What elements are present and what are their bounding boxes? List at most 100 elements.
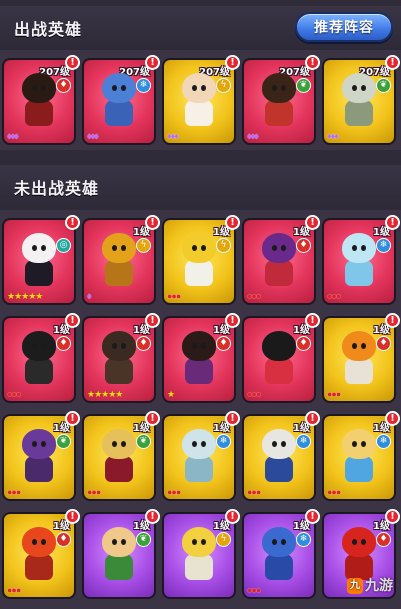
hero-card[interactable]: 1级 ϟ ♦ <box>82 218 156 305</box>
hero-rank: ♦♦♦ <box>87 131 99 141</box>
hero-card[interactable]: 1级 ❄ ●●● <box>162 414 236 501</box>
priestess-hero-icon <box>336 429 382 487</box>
hero-slot: 1级 ♦ ●●●! <box>242 215 320 305</box>
hero-slot: 1级 ❦ ●●●! <box>2 411 80 501</box>
undeployed-heroes-panel: ◎ ★★★★★! 1级 ϟ ♦! 1级 ϟ ●●●! 1级 ♦ ●●●! 1级 ❄ ●●●! 1级 ♦ ●●●!… <box>0 210 401 609</box>
hero-rank: ♦ <box>87 291 91 301</box>
alert-badge-icon: ! <box>225 411 240 426</box>
alert-badge-icon: ! <box>225 215 240 230</box>
hero-card[interactable]: 1级 ♦ ●●● <box>242 316 316 403</box>
hero-rank: ♦♦♦ <box>167 131 179 141</box>
alert-badge-icon: ! <box>65 411 80 426</box>
hero-slot: 1级 ϟ ♦! <box>82 215 160 305</box>
elf-archer-hero-icon <box>96 527 142 585</box>
fire-spirit-hero-icon <box>16 527 62 585</box>
deployed-heroes-panel: 207级 ♦ ♦♦♦! 207级 ❄ ♦♦♦! 207级 ϟ ♦♦♦! 207级 ❦ ♦♦♦! 207级… <box>0 50 401 150</box>
hero-card[interactable]: 1级 ❦ <box>82 512 156 599</box>
hero-card[interactable]: 1级 ❄ ●●● <box>322 218 396 305</box>
hero-card[interactable]: 1级 ♦ ★★★★★ <box>82 316 156 403</box>
alert-badge-icon: ! <box>145 313 160 328</box>
hero-card[interactable]: 1级 ♦ ●●● <box>2 316 76 403</box>
hero-rank: ●●● <box>247 291 261 301</box>
alert-badge-icon: ! <box>305 313 320 328</box>
hero-card[interactable]: 1级 ❄ ●●● <box>322 414 396 501</box>
hero-slot: 1级 ♦ ●●●! <box>242 313 320 403</box>
alert-badge-icon: ! <box>145 411 160 426</box>
hero-slot: 207级 ❦ ♦♦♦! <box>242 55 320 145</box>
hero-card[interactable]: 1级 ❦ ●●● <box>2 414 76 501</box>
hero-rank: ●●● <box>247 585 261 595</box>
hero-rank: ●●● <box>167 487 181 497</box>
monk-hero-icon <box>176 331 222 389</box>
amazon-hero-icon <box>256 73 302 131</box>
hero-slot: 1级 ❦! <box>82 509 160 599</box>
hero-rank: ♦♦♦ <box>247 131 259 141</box>
hero-slot: 1级 ❄ ●●●! <box>322 411 400 501</box>
alert-badge-icon: ! <box>145 215 160 230</box>
hero-rank: ●●● <box>7 487 21 497</box>
hero-rank: ●●● <box>7 585 21 595</box>
swordsman-hero-icon <box>256 233 302 291</box>
hero-card[interactable]: 1级 ϟ ●●● <box>162 218 236 305</box>
hero-slot: 1级 ❄ ●●●! <box>242 411 320 501</box>
hero-rank: ●●● <box>247 389 261 399</box>
recommend-lineup-button[interactable]: 推荐阵容 <box>295 12 393 42</box>
hero-slot: 1级 ϟ ●●●! <box>162 215 240 305</box>
alert-badge-icon: ! <box>385 411 400 426</box>
alert-badge-icon: ! <box>65 509 80 524</box>
hero-rank: ●●● <box>327 389 341 399</box>
hero-slot: 207级 ❦ ♦♦♦! <box>322 55 400 145</box>
alert-badge-icon: ! <box>65 215 80 230</box>
golem-hero-icon <box>336 73 382 131</box>
hero-card[interactable]: 1级 ϟ <box>162 512 236 599</box>
hero-card[interactable]: 207级 ❦ ♦♦♦ <box>242 58 316 145</box>
hero-rank: ●●● <box>327 291 341 301</box>
alert-badge-icon: ! <box>385 509 400 524</box>
hero-card[interactable]: ◎ ★★★★★ <box>2 218 76 305</box>
alert-badge-icon: ! <box>305 411 320 426</box>
alert-badge-icon: ! <box>225 313 240 328</box>
hero-card[interactable]: 1级 ❄ ●●● <box>242 414 316 501</box>
hero-slot: 1级 ♦ ★! <box>162 313 240 403</box>
alert-badge-icon: ! <box>65 55 80 70</box>
hero-rank: ●●● <box>247 487 261 497</box>
watermark-icon: 九 <box>347 578 363 594</box>
alert-badge-icon: ! <box>385 55 400 70</box>
zorro-hero-icon <box>16 331 62 389</box>
kungfu-girl-hero-icon <box>256 331 302 389</box>
undeployed-header: 未出战英雄 <box>0 165 401 209</box>
alert-badge-icon: ! <box>385 215 400 230</box>
watermark-text: 九游 <box>365 578 393 594</box>
hero-rank: ♦♦♦ <box>327 131 339 141</box>
hero-card[interactable]: 207级 ♦ ♦♦♦ <box>2 58 76 145</box>
alert-badge-icon: ! <box>305 215 320 230</box>
ice-queen-hero-icon <box>336 233 382 291</box>
hero-slot: 1级 ♦ ●●●! <box>322 313 400 403</box>
hero-card[interactable]: 1级 ❦ ●●● <box>82 414 156 501</box>
spiky-beast-hero-icon <box>96 73 142 131</box>
blue-mage-hero-icon <box>256 527 302 585</box>
alert-badge-icon: ! <box>145 55 160 70</box>
hero-card[interactable]: 1级 ♦ ●●● <box>322 316 396 403</box>
pharaoh-hero-icon <box>176 233 222 291</box>
hero-rank: ●●● <box>327 487 341 497</box>
hero-slot: 1级 ϟ! <box>162 509 240 599</box>
alert-badge-icon: ! <box>305 55 320 70</box>
alert-badge-icon: ! <box>225 55 240 70</box>
hero-slot: 1级 ❄ ●●●! <box>322 215 400 305</box>
boxer-robot-hero-icon <box>96 233 142 291</box>
hero-card[interactable]: 1级 ♦ ●●● <box>242 218 316 305</box>
hero-card[interactable]: 1级 ❄ ●●● <box>242 512 316 599</box>
vampire-hero-icon <box>96 429 142 487</box>
hooded-mage-hero-icon <box>16 429 62 487</box>
alert-badge-icon: ! <box>385 313 400 328</box>
hero-card[interactable]: 207级 ϟ ♦♦♦ <box>162 58 236 145</box>
hero-slot: 1级 ❦ ●●●! <box>82 411 160 501</box>
ninja-hero-icon <box>96 331 142 389</box>
hero-card[interactable]: 207级 ❦ ♦♦♦ <box>322 58 396 145</box>
hero-card[interactable]: 1级 ♦ ★ <box>162 316 236 403</box>
watermark-logo: 九九游 <box>347 575 393 595</box>
hero-card[interactable]: 207级 ❄ ♦♦♦ <box>82 58 156 145</box>
alert-badge-icon: ! <box>145 509 160 524</box>
hero-card[interactable]: 1级 ♦ ●●● <box>2 512 76 599</box>
